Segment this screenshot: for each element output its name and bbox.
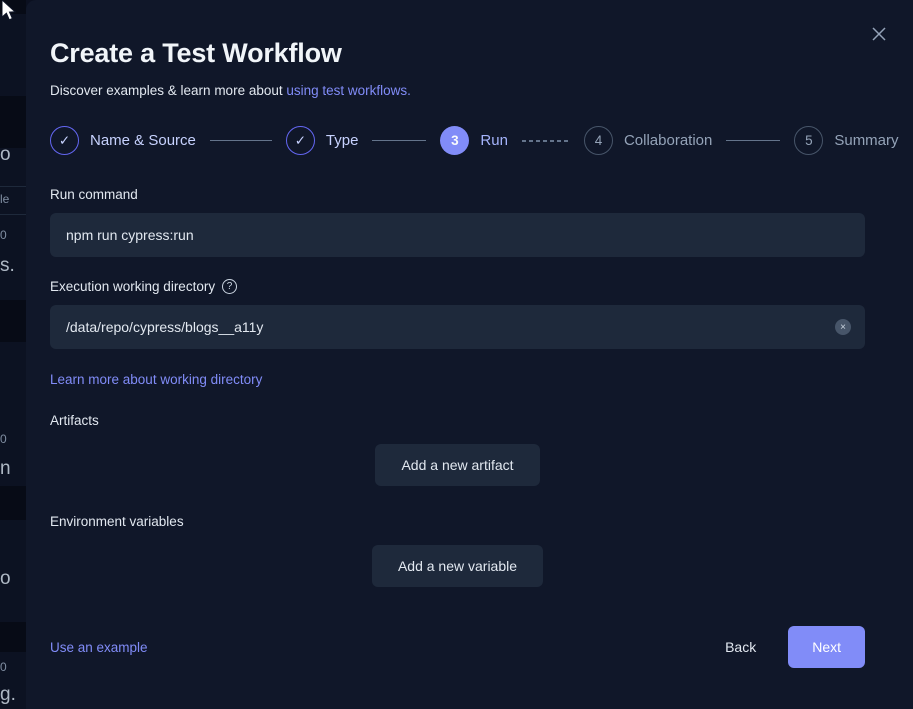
learn-more-working-directory-link[interactable]: Learn more about working directory (50, 372, 262, 387)
subtitle-text: Discover examples & learn more about (50, 83, 286, 98)
artifacts-label: Artifacts (50, 413, 865, 428)
run-command-label: Run command (50, 187, 865, 202)
background-text-fragment: 0 (0, 432, 7, 446)
step-marker-2: ✓ (286, 126, 315, 155)
page-title: Create a Test Workflow (50, 38, 865, 69)
back-button[interactable]: Back (707, 626, 774, 668)
step-connector-4 (726, 140, 780, 142)
modal-subtitle: Discover examples & learn more about usi… (50, 83, 865, 98)
background-text-fragment: le (0, 192, 9, 206)
run-command-label-text: Run command (50, 187, 138, 202)
step-run[interactable]: 3 Run (440, 126, 508, 155)
step-label-2: Type (326, 132, 359, 149)
run-command-field-wrap (50, 213, 865, 257)
step-connector-1 (210, 140, 272, 142)
background-text-fragment: g. (0, 684, 16, 706)
background-page-strip: o le 0 s. 0 n o 0 g. (0, 0, 26, 709)
step-marker-5: 5 (794, 126, 823, 155)
add-new-artifact-button[interactable]: Add a new artifact (375, 444, 539, 486)
step-summary[interactable]: 5 Summary (794, 126, 898, 155)
step-name-and-source[interactable]: ✓ Name & Source (50, 126, 196, 155)
step-label-4: Collaboration (624, 132, 712, 149)
background-text-fragment: o (0, 144, 11, 166)
step-label-3: Run (480, 132, 508, 149)
create-test-workflow-modal: Create a Test Workflow Discover examples… (26, 0, 913, 709)
working-directory-field-wrap: × (50, 305, 865, 349)
question-mark-icon[interactable]: ? (222, 279, 237, 294)
use-an-example-link[interactable]: Use an example (50, 640, 148, 655)
add-new-variable-button[interactable]: Add a new variable (372, 545, 543, 587)
wizard-stepper: ✓ Name & Source ✓ Type 3 Run 4 Collabora… (50, 126, 865, 155)
step-connector-3 (522, 140, 570, 142)
step-label-1: Name & Source (90, 132, 196, 149)
step-label-5: Summary (834, 132, 898, 149)
step-marker-4: 4 (584, 126, 613, 155)
run-command-input[interactable] (50, 213, 865, 257)
step-connector-2 (372, 140, 426, 142)
modal-footer: Use an example Back Next (50, 626, 865, 668)
step-collaboration[interactable]: 4 Collaboration (584, 126, 712, 155)
using-test-workflows-link[interactable]: using test workflows. (286, 83, 411, 98)
working-directory-input[interactable] (50, 305, 865, 349)
working-directory-label-text: Execution working directory (50, 279, 215, 294)
artifacts-action-row: Add a new artifact (50, 444, 865, 486)
environment-variables-action-row: Add a new variable (50, 545, 865, 587)
background-text-fragment: s. (0, 255, 15, 277)
background-text-fragment: o (0, 568, 11, 590)
step-type[interactable]: ✓ Type (286, 126, 359, 155)
background-text-fragment: n (0, 458, 11, 480)
step-marker-3: 3 (440, 126, 469, 155)
working-directory-label: Execution working directory ? (50, 279, 865, 294)
background-text-fragment: 0 (0, 228, 7, 242)
next-button[interactable]: Next (788, 626, 865, 668)
close-icon[interactable] (865, 20, 893, 48)
environment-variables-label: Environment variables (50, 514, 865, 529)
clear-icon[interactable]: × (835, 319, 851, 335)
background-text-fragment: 0 (0, 660, 7, 674)
step-marker-1: ✓ (50, 126, 79, 155)
footer-actions: Back Next (707, 626, 865, 668)
